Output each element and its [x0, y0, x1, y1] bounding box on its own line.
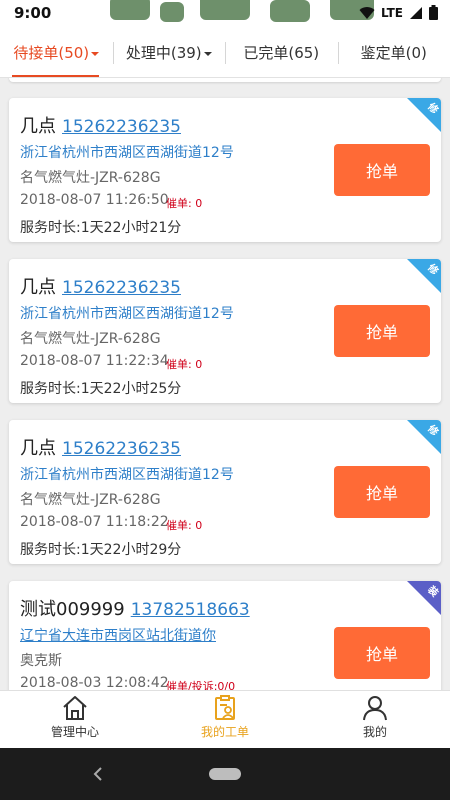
nav-my-work-orders-label: 我的工单: [200, 725, 249, 739]
person-icon: [363, 696, 387, 721]
network-type: LTE: [380, 5, 403, 20]
grab-order-button[interactable]: 抢单: [334, 627, 430, 679]
order-status-tabs: 待接单(50) 处理中(39) 已完单(65) 鉴定单(0): [0, 28, 450, 78]
tab-pending-label: 待接单(50): [13, 44, 90, 62]
signal-icon: [410, 6, 422, 19]
service-duration: 服务时长:1天22小时21分: [20, 220, 182, 236]
order-time: 2018-08-07 11:18:22: [20, 514, 169, 530]
order-card[interactable]: 修 几点 15262236235 浙江省杭州市西湖区西湖街道12号 名气燃气灶-J…: [9, 420, 441, 564]
order-card[interactable]: 修 几点 15262236235 浙江省杭州市西湖区西湖街道12号 名气燃气灶-J…: [9, 98, 441, 242]
order-list[interactable]: 修 几点 15262236235 浙江省杭州市西湖区西湖街道12号 名气燃气灶-J…: [0, 78, 450, 690]
nav-management-center-label: 管理中心: [50, 725, 99, 739]
customer-phone-link[interactable]: 15262236235: [62, 278, 181, 298]
tab-processing[interactable]: 处理中(39): [112, 28, 226, 77]
customer-line: 测试009999 13782518663: [20, 595, 250, 621]
customer-address: 辽宁省大连市西岗区站北街道你: [20, 628, 216, 644]
nav-profile[interactable]: 我的: [300, 691, 450, 748]
product-model: 名气燃气灶-JZR-628G: [20, 492, 161, 508]
customer-line: 几点 15262236235: [20, 434, 181, 460]
nav-management-center[interactable]: 管理中心: [0, 691, 150, 748]
order-time: 2018-08-07 11:26:50: [20, 192, 169, 208]
banner-image-remnant: [100, 0, 400, 26]
customer-address: 浙江省杭州市西湖区西湖街道12号: [20, 145, 234, 161]
battery-icon: [429, 5, 438, 20]
grab-order-button[interactable]: 抢单: [334, 144, 430, 196]
order-card-partial: [9, 78, 441, 82]
system-nav-bar: [0, 748, 450, 800]
caret-down-icon: [91, 51, 100, 56]
nav-my-work-orders[interactable]: 我的工单: [150, 691, 300, 748]
customer-phone-link[interactable]: 15262236235: [62, 117, 181, 137]
status-bar: 9:00 LTE: [0, 0, 450, 28]
customer-line: 几点 15262236235: [20, 112, 181, 138]
product-model: 名气燃气灶-JZR-628G: [20, 170, 161, 186]
nav-profile-label: 我的: [362, 725, 387, 739]
status-icons: LTE: [359, 5, 438, 20]
wifi-icon: [359, 6, 375, 19]
tab-appraisal[interactable]: 鉴定单(0): [337, 28, 450, 77]
order-card[interactable]: 装 测试009999 13782518663 辽宁省大连市西岗区站北街道你 奥克斯…: [9, 581, 441, 690]
order-time: 2018-08-03 12:08:42: [20, 675, 169, 690]
bottom-nav: 管理中心 我的工单 我的: [0, 690, 450, 748]
customer-address: 浙江省杭州市西湖区西湖街道12号: [20, 467, 234, 483]
home-pill-button[interactable]: [209, 768, 241, 780]
product-model: 名气燃气灶-JZR-628G: [20, 331, 161, 347]
home-icon: [63, 696, 87, 720]
customer-name: 几点: [20, 116, 56, 137]
urge-count: 催单: 0: [166, 519, 203, 532]
urge-count: 催单: 0: [166, 358, 203, 371]
product-model: 奥克斯: [20, 653, 62, 669]
urge-count: 催单: 0: [166, 197, 203, 210]
back-chevron-icon[interactable]: [88, 762, 108, 786]
tab-processing-label: 处理中(39): [125, 44, 202, 62]
customer-line: 几点 15262236235: [20, 273, 181, 299]
customer-name: 几点: [20, 277, 56, 298]
customer-name: 几点: [20, 438, 56, 459]
tab-completed-label: 已完单(65): [243, 44, 320, 62]
tab-completed[interactable]: 已完单(65): [225, 28, 338, 77]
customer-phone-link[interactable]: 13782518663: [131, 600, 250, 620]
order-card[interactable]: 修 几点 15262236235 浙江省杭州市西湖区西湖街道12号 名气燃气灶-J…: [9, 259, 441, 403]
tab-appraisal-label: 鉴定单(0): [360, 44, 427, 62]
service-duration: 服务时长:1天22小时25分: [20, 381, 182, 397]
order-time: 2018-08-07 11:22:34: [20, 353, 169, 369]
customer-name: 测试009999: [20, 599, 125, 620]
tab-pending[interactable]: 待接单(50): [0, 28, 113, 77]
caret-down-icon: [203, 51, 212, 56]
grab-order-button[interactable]: 抢单: [334, 305, 430, 357]
service-duration: 服务时长:1天22小时29分: [20, 542, 182, 558]
customer-address: 浙江省杭州市西湖区西湖街道12号: [20, 306, 234, 322]
customer-phone-link[interactable]: 15262236235: [62, 439, 181, 459]
work-order-icon: [215, 695, 235, 720]
urge-complaint-count: 催单/投诉:0/0: [166, 680, 236, 690]
grab-order-button[interactable]: 抢单: [334, 466, 430, 518]
status-time: 9:00: [14, 4, 52, 22]
